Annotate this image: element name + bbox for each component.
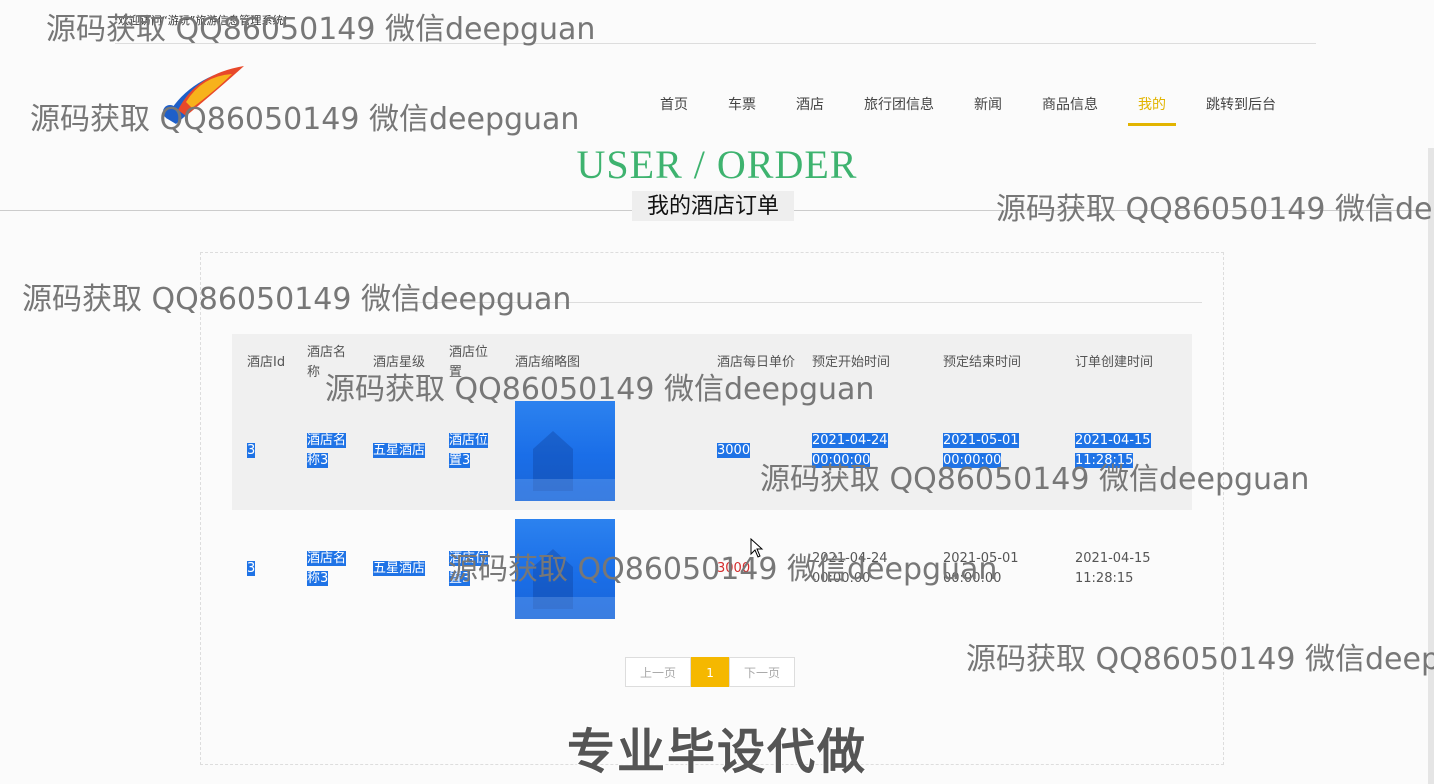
promo-banner: 专业毕设代做: [566, 723, 867, 781]
watermark: 源码获取 QQ86050149 微信deepguan: [30, 102, 580, 137]
col-hotel-price: 酒店每日单价: [702, 334, 797, 392]
watermark: 源码获取 QQ86050149 微信deepguan: [996, 192, 1434, 227]
col-end-time: 预定结束时间: [928, 334, 1060, 392]
orders-table: 酒店Id 酒店名称 酒店星级 酒店位置 酒店缩略图 酒店每日单价 预定开始时间 …: [232, 334, 1192, 628]
nav-products[interactable]: 商品信息: [1032, 86, 1108, 126]
cell-hotel-star: 五星酒店: [373, 561, 426, 576]
cell-created-time: 2021-04-15 11:28:15: [1075, 433, 1151, 468]
current-page-button[interactable]: 1: [691, 657, 730, 687]
cell-start-time: 2021-04-24 00:00:00: [812, 433, 888, 468]
col-hotel-thumb: 酒店缩略图: [500, 334, 702, 392]
nav-home[interactable]: 首页: [650, 86, 698, 126]
section-title-cn: 我的酒店订单: [632, 191, 794, 221]
table-header-row: 酒店Id 酒店名称 酒店星级 酒店位置 酒店缩略图 酒店每日单价 预定开始时间 …: [232, 334, 1192, 392]
hotel-thumbnail[interactable]: [515, 401, 615, 501]
nav-hotel[interactable]: 酒店: [786, 86, 834, 126]
cell-hotel-star: 五星酒店: [373, 443, 426, 458]
prev-page-button[interactable]: 上一页: [625, 657, 692, 687]
scrollbar[interactable]: [1428, 148, 1434, 784]
col-hotel-location: 酒店位置: [434, 334, 500, 392]
table-row[interactable]: 3 酒店名称3 五星酒店 酒店位置3 3000 2021-04-24 00:00…: [232, 510, 1192, 628]
cell-hotel-price: 3000: [717, 443, 751, 458]
col-hotel-name: 酒店名称: [292, 334, 358, 392]
cell-hotel-price: 3000: [717, 561, 751, 576]
welcome-text: 欢迎访问“游玩”旅游信息管理系统!: [118, 14, 288, 27]
col-hotel-id: 酒店Id: [232, 334, 292, 392]
nav-tickets[interactable]: 车票: [718, 86, 766, 126]
col-start-time: 预定开始时间: [797, 334, 928, 392]
cell-hotel-id: 3: [247, 561, 256, 576]
cell-end-time: 2021-05-01 00:00:00: [943, 551, 1019, 586]
top-divider: [115, 43, 1316, 44]
cell-hotel-id: 3: [247, 443, 256, 458]
nav-mine[interactable]: 我的: [1128, 86, 1176, 126]
col-hotel-star: 酒店星级: [358, 334, 434, 392]
nav-admin[interactable]: 跳转到后台: [1196, 86, 1286, 126]
hotel-thumbnail[interactable]: [515, 519, 615, 619]
main-nav: 首页 车票 酒店 旅行团信息 新闻 商品信息 我的 跳转到后台: [640, 86, 1296, 126]
nav-news[interactable]: 新闻: [964, 86, 1012, 126]
next-page-button[interactable]: 下一页: [729, 657, 796, 687]
section-title-en: USER / ORDER: [576, 142, 858, 187]
cell-hotel-name: 酒店名称3: [307, 551, 347, 586]
site-logo[interactable]: [156, 60, 252, 132]
cell-start-time: 2021-04-24 00:00:00: [812, 551, 888, 586]
pagination: 上一页 1 下一页: [625, 657, 796, 687]
cell-hotel-location: 酒店位置3: [449, 551, 489, 586]
mouse-cursor-icon: [750, 538, 764, 558]
table-row[interactable]: 3 酒店名称3 五星酒店 酒店位置3 3000 2021-04-24 00:00…: [232, 392, 1192, 510]
col-created-time: 订单创建时间: [1060, 334, 1192, 392]
content-divider: [400, 302, 1202, 303]
nav-tour-groups[interactable]: 旅行团信息: [854, 86, 944, 126]
cell-end-time: 2021-05-01 00:00:00: [943, 433, 1019, 468]
cell-created-time: 2021-04-15 11:28:15: [1075, 551, 1151, 586]
cell-hotel-location: 酒店位置3: [449, 433, 489, 468]
cell-hotel-name: 酒店名称3: [307, 433, 347, 468]
